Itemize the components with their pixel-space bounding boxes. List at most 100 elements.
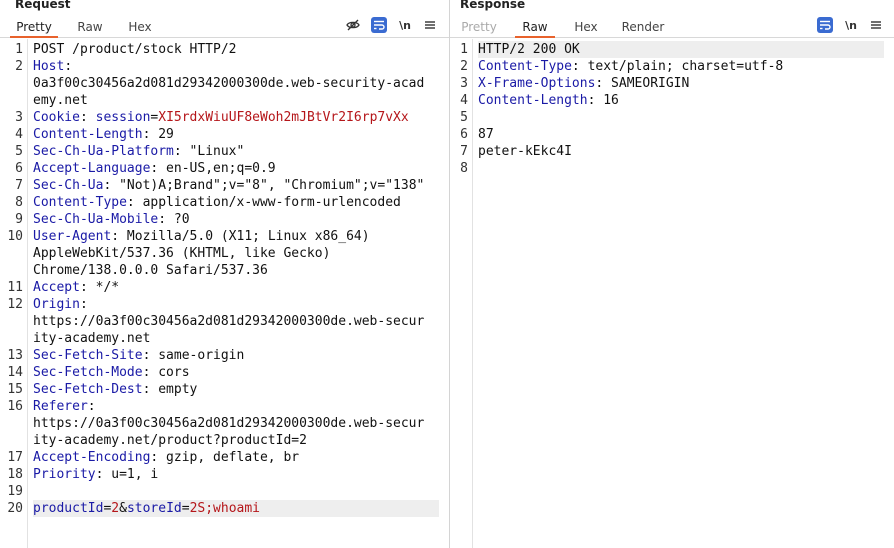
token: 2S;whoami: [189, 501, 261, 516]
line-content: Origin:: [33, 297, 88, 312]
line-content: https://0a3f00c30456a2d081d29342000300de…: [33, 314, 424, 329]
line-content: 0a3f00c30456a2d081d29342000300de.web-sec…: [33, 76, 424, 91]
menu-icon[interactable]: [868, 17, 884, 33]
token: Chrome/138.0.0.0 Safari/537.36: [33, 263, 268, 278]
response-editor[interactable]: 1 HTTP/2 200 OK 2 Content-Type: text/plain;…: [450, 39, 894, 548]
line-content: Cookie: session=XI5rdxWiuUF8eWoh2mJBtVr2…: [33, 110, 409, 125]
request-tab-raw[interactable]: Raw: [72, 20, 108, 38]
request-pane: Request Pretty Raw Hex \n 1 POST /produc…: [0, 0, 449, 548]
code-line: 4 Content-Length: 16: [450, 92, 894, 109]
line-content: Referer:: [33, 399, 96, 414]
line-number: 17: [7, 450, 23, 465]
token: : Mozilla/5.0 (X11; Linux x86_64): [111, 229, 370, 244]
line-content: Content-Type: text/plain; charset=utf-8: [478, 59, 783, 74]
line-content: Priority: u=1, i: [33, 467, 158, 482]
response-tab-render[interactable]: Render: [618, 20, 668, 38]
response-title: Response: [460, 0, 526, 11]
response-lines: 1 HTTP/2 200 OK 2 Content-Type: text/plain;…: [450, 41, 894, 177]
line-number: 2: [460, 59, 468, 74]
menu-icon[interactable]: [422, 17, 438, 33]
line-number: 6: [15, 161, 23, 176]
line-content: User-Agent: Mozilla/5.0 (X11; Linux x86_…: [33, 229, 370, 244]
request-tab-hex[interactable]: Hex: [122, 20, 158, 38]
hide-eye-icon[interactable]: [345, 17, 361, 33]
token: storeId: [126, 501, 182, 516]
code-line: 10 User-Agent: Mozilla/5.0 (X11; Linux x8…: [0, 228, 449, 245]
line-number: 16: [7, 399, 23, 414]
token: 0a3f00c30456a2d081d29342000300de.web-sec…: [33, 76, 425, 91]
line-content: emy.net: [33, 93, 88, 108]
code-line: 20 productId=2&storeId=2S;whoami: [0, 500, 449, 517]
response-tab-hex-label: Hex: [574, 20, 598, 34]
code-line: 8 Content-Type: application/x-www-form-ur…: [0, 194, 449, 211]
token: productId: [33, 501, 104, 516]
response-tab-pretty-label: Pretty: [461, 20, 497, 34]
code-line: https://0a3f00c30456a2d081d29342000300de…: [0, 415, 449, 432]
token: XI5rdxWiuUF8eWoh2mJBtVr2I6rp7vXx: [158, 110, 409, 125]
request-editor[interactable]: 1 POST /product/stock HTTP/2 2 Host: 0a3f00c…: [0, 39, 449, 548]
code-line: https://0a3f00c30456a2d081d29342000300de…: [0, 313, 449, 330]
response-tab-pretty[interactable]: Pretty: [455, 20, 503, 38]
code-line: 11 Accept: */*: [0, 279, 449, 296]
code-line: 16 Referer:: [0, 398, 449, 415]
line-number: 19: [7, 484, 23, 499]
request-title: Request: [15, 0, 71, 11]
code-line: 7 Sec-Ch-Ua: "Not)A;Brand";v="8", "Chromi…: [0, 177, 449, 194]
token: =: [181, 501, 190, 516]
line-content: Accept: */*: [33, 280, 119, 295]
token: Content-Length: [33, 127, 143, 142]
code-line: 17 Accept-Encoding: gzip, deflate, br: [0, 449, 449, 466]
line-number: 15: [7, 382, 23, 397]
code-line: 2 Host:: [0, 58, 449, 75]
line-number: 1: [15, 42, 23, 57]
token: Origin: [33, 297, 80, 312]
word-wrap-icon[interactable]: [371, 17, 387, 33]
code-line: 13 Sec-Fetch-Site: same-origin: [0, 347, 449, 364]
line-content: https://0a3f00c30456a2d081d29342000300de…: [33, 416, 424, 431]
token: Content-Type: [478, 59, 572, 74]
response-tab-raw[interactable]: Raw: [515, 20, 555, 38]
request-tab-pretty[interactable]: Pretty: [10, 20, 58, 38]
token: : same-origin: [142, 348, 245, 363]
line-number: 10: [7, 229, 23, 244]
line-content: Sec-Ch-Ua: "Not)A;Brand";v="8", "Chromiu…: [33, 178, 424, 193]
token: Sec-Fetch-Site: [33, 348, 143, 363]
code-line: 12 Origin:: [0, 296, 449, 313]
line-content: Sec-Fetch-Dest: empty: [33, 382, 197, 397]
line-number: 13: [7, 348, 23, 363]
token: Priority: [33, 467, 96, 482]
token: session: [95, 110, 151, 125]
line-content: Sec-Ch-Ua-Mobile: ?0: [33, 212, 190, 227]
line-number: 11: [7, 280, 23, 295]
active-tab-indicator: [10, 36, 58, 38]
line-content: HTTP/2 200 OK: [478, 41, 884, 58]
token: Sec-Ch-Ua-Platform: [33, 144, 174, 159]
token: :: [64, 59, 73, 74]
newline-toggle-icon[interactable]: \n: [843, 17, 859, 33]
token: : u=1, i: [95, 467, 159, 482]
token: : */*: [79, 280, 120, 295]
line-number: 3: [15, 110, 23, 125]
response-tab-hex[interactable]: Hex: [568, 20, 604, 38]
word-wrap-icon[interactable]: [817, 17, 833, 33]
token: : text/plain; charset=utf-8: [571, 59, 784, 74]
token: Sec-Ch-Ua-Mobile: [33, 212, 159, 227]
token: Referer: [33, 399, 88, 414]
response-pane: Response Pretty Raw Hex Render \n 1 HTTP…: [450, 0, 894, 548]
code-line: 2 Content-Type: text/plain; charset=utf-8: [450, 58, 894, 75]
code-line: 6 Accept-Language: en-US,en;q=0.9: [0, 160, 449, 177]
line-number: 7: [460, 144, 468, 159]
line-number: 18: [7, 467, 23, 482]
newline-toggle-icon[interactable]: \n: [397, 17, 413, 33]
token: ity-academy.net/product?productId=2: [33, 433, 307, 448]
token: https://0a3f00c30456a2d081d29342000300de…: [33, 314, 425, 329]
token: ity-academy.net: [33, 331, 151, 346]
token: &: [119, 501, 127, 516]
token: : cors: [142, 365, 190, 380]
line-content: Accept-Language: en-US,en;q=0.9: [33, 161, 276, 176]
response-tab-raw-label: Raw: [522, 20, 548, 34]
code-line: 4 Content-Length: 29: [0, 126, 449, 143]
token: Sec-Fetch-Dest: [33, 382, 143, 397]
token: : 29: [142, 127, 174, 142]
line-content: ity-academy.net/product?productId=2: [33, 433, 307, 448]
